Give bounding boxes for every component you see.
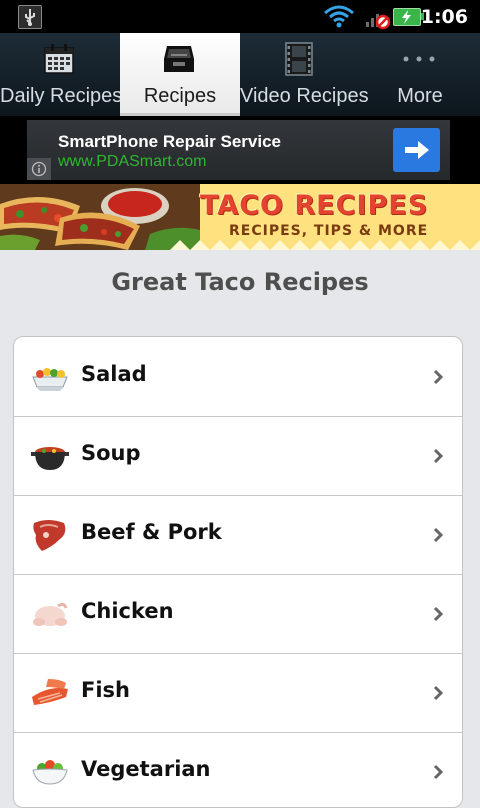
list-item-soup[interactable]: Soup — [14, 416, 462, 496]
list-item-salad[interactable]: Salad — [14, 337, 462, 417]
tab-label: Recipes — [143, 85, 217, 107]
soup-pot-icon — [31, 447, 69, 470]
chevron-right-icon — [433, 685, 444, 701]
category-list: Salad Soup Beef & Pork Chicken Fish Vege… — [13, 336, 463, 808]
chevron-right-icon — [433, 606, 444, 622]
tab-recipes[interactable]: Recipes — [120, 33, 240, 116]
ad-go-button[interactable] — [393, 128, 440, 172]
list-item-fish[interactable]: Fish — [14, 653, 462, 733]
film-icon — [282, 41, 316, 77]
no-signal-icon — [364, 6, 394, 30]
tab-video-recipes[interactable]: Video Recipes — [240, 33, 369, 116]
list-item-label: Vegetarian — [81, 757, 211, 781]
chevron-right-icon — [433, 764, 444, 780]
vegetarian-bowl-icon — [32, 760, 68, 785]
inbox-tray-icon — [162, 41, 196, 77]
taco-recipes-banner: TACO RECIPES RECIPES, TIPS & MORE — [0, 184, 480, 250]
tab-label: More — [397, 85, 443, 107]
chevron-right-icon — [433, 369, 444, 385]
clock: 1:06 — [420, 6, 468, 28]
banner-zigzag — [170, 240, 480, 250]
ad-title: SmartPhone Repair Service — [58, 132, 281, 151]
banner-subtitle: RECIPES, TIPS & MORE — [229, 223, 429, 239]
steak-icon — [33, 520, 66, 551]
chicken-icon — [33, 602, 68, 626]
tab-more[interactable]: More — [360, 33, 480, 116]
fish-fillet-icon — [32, 679, 68, 705]
wifi-icon — [322, 4, 356, 28]
info-icon[interactable] — [27, 158, 51, 180]
list-item-label: Chicken — [81, 599, 174, 623]
status-bar: 1:06 — [0, 0, 480, 33]
chevron-right-icon — [433, 527, 444, 543]
list-item-label: Salad — [81, 362, 147, 386]
tab-label: Video Recipes — [240, 85, 369, 107]
calendar-icon — [42, 41, 76, 77]
list-item-vegetarian[interactable]: Vegetarian — [14, 732, 462, 807]
usb-icon — [18, 5, 42, 29]
salad-icon — [32, 368, 68, 391]
ad-container: SmartPhone Repair Service www.PDASmart.c… — [0, 116, 480, 184]
list-item-chicken[interactable]: Chicken — [14, 574, 462, 654]
arrow-right-icon — [404, 141, 429, 159]
tab-label: Daily Recipes — [0, 85, 123, 107]
tab-daily-recipes[interactable]: Daily Recipes — [0, 33, 123, 116]
list-item-label: Beef & Pork — [81, 520, 222, 544]
banner-title: TACO RECIPES — [200, 190, 429, 221]
list-item-label: Soup — [81, 441, 141, 465]
more-dots-icon — [402, 41, 436, 77]
ad-url: www.PDASmart.com — [58, 153, 207, 170]
tab-bar: Daily Recipes Recipes Video Recipes More — [0, 33, 480, 116]
list-item-beef-pork[interactable]: Beef & Pork — [14, 495, 462, 575]
list-item-label: Fish — [81, 678, 130, 702]
ad-banner[interactable]: SmartPhone Repair Service www.PDASmart.c… — [27, 120, 450, 180]
chevron-right-icon — [433, 448, 444, 464]
battery-charging-icon — [393, 8, 424, 26]
page-title: Great Taco Recipes — [111, 268, 369, 296]
